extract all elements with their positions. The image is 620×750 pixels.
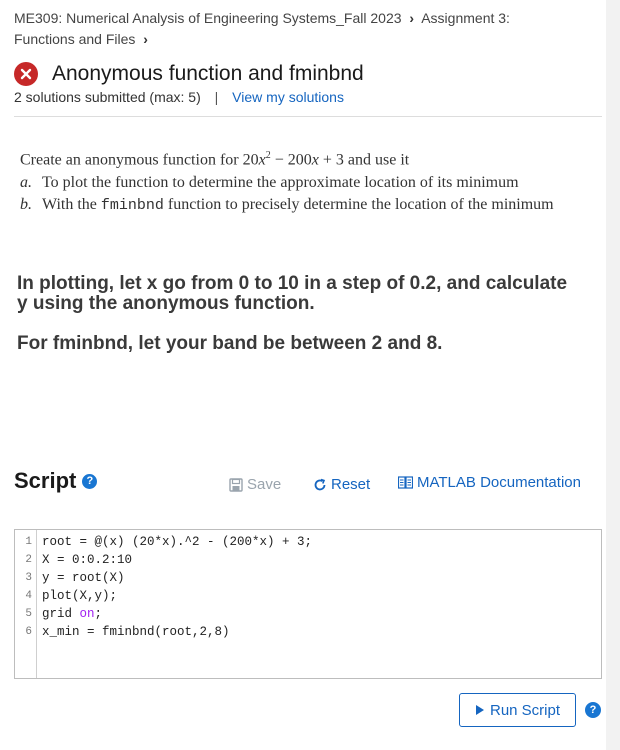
save-button[interactable]: Save <box>229 476 281 493</box>
code-line[interactable]: grid on; <box>42 607 102 621</box>
line-number: 5 <box>25 608 32 620</box>
matlab-documentation-link[interactable]: MATLAB Documentation <box>398 474 581 491</box>
problem-title: Anonymous function and fminbnd <box>52 62 364 85</box>
help-icon[interactable]: ? <box>82 473 98 489</box>
breadcrumb: ME309: Numerical Analysis of Engineering… <box>14 8 574 50</box>
line-number: 1 <box>25 536 32 548</box>
save-icon <box>229 477 243 492</box>
description-intro: Create an anonymous function for 20x2 − … <box>20 150 410 169</box>
submission-count: 2 solutions submitted (max: 5) <box>14 89 201 105</box>
code-line[interactable]: root = @(x) (20*x).^2 - (200*x) + 3; <box>42 535 312 549</box>
chevron-right-icon: › <box>143 31 148 47</box>
line-number: 4 <box>25 590 32 602</box>
script-title: Script <box>14 468 77 493</box>
page-scrollbar[interactable] <box>606 0 620 750</box>
submission-info: 2 solutions submitted (max: 5) | View my… <box>14 89 344 105</box>
script-header: Script ? <box>14 468 98 494</box>
divider: | <box>214 89 219 105</box>
keyword-token: on <box>79 607 95 621</box>
problem-description: Create an anonymous function for 20x2 − … <box>20 145 590 218</box>
play-icon <box>475 705 484 715</box>
help-icon[interactable]: ? <box>585 702 601 718</box>
problem-header: Anonymous function and fminbnd <box>14 62 364 86</box>
breadcrumb-course[interactable]: ME309: Numerical Analysis of Engineering… <box>14 10 402 26</box>
code-line[interactable]: y = root(X) <box>42 571 125 585</box>
code-editor[interactable]: 1 2 3 4 5 6 root = @(x) (20*x).^2 - (200… <box>14 529 602 679</box>
line-number: 2 <box>25 554 32 566</box>
run-script-button[interactable]: Run Script <box>459 693 576 727</box>
line-number: 6 <box>25 626 32 638</box>
chevron-right-icon: › <box>409 10 415 26</box>
task-item-a: a. To plot the function to determine the… <box>20 174 519 192</box>
line-number-gutter <box>15 530 37 678</box>
view-solutions-link[interactable]: View my solutions <box>232 89 344 105</box>
task-item-b: b. With the fminbnd function to precisel… <box>20 196 554 215</box>
fminbnd-instruction: For fminbnd, let your band be between 2 … <box>17 333 443 354</box>
plotting-instruction: In plotting, let x go from 0 to 10 in a … <box>17 273 568 314</box>
breadcrumb-assignment[interactable]: Assignment 3: <box>421 10 510 26</box>
error-x-icon <box>14 62 38 86</box>
task-list: a. To plot the function to determine the… <box>20 173 590 215</box>
breadcrumb-chapter[interactable]: Functions and Files <box>14 31 135 47</box>
reset-button[interactable]: Reset <box>313 476 370 493</box>
code-line[interactable]: x_min = fminbnd(root,2,8) <box>42 625 230 639</box>
line-number: 3 <box>25 572 32 584</box>
header-divider <box>14 116 602 117</box>
book-icon <box>398 476 413 489</box>
code-line[interactable]: plot(X,y); <box>42 589 117 603</box>
code-line[interactable]: X = 0:0.2:10 <box>42 553 132 567</box>
reset-icon <box>314 478 326 490</box>
